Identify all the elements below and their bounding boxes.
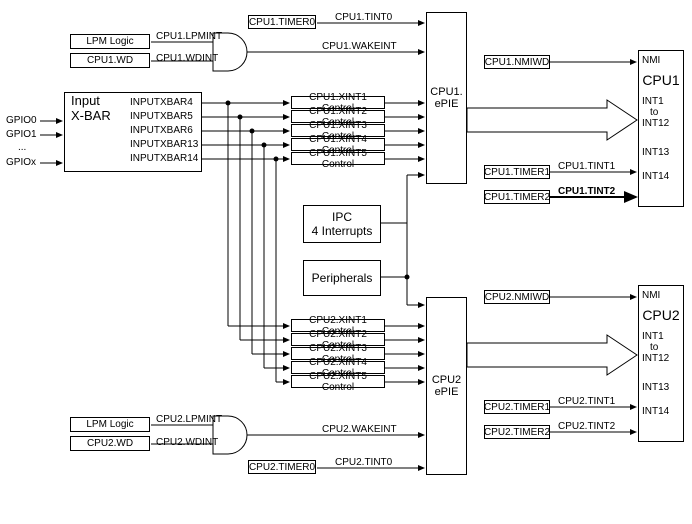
gpio0-label: GPIO0 <box>6 115 37 126</box>
xbar-title-b: X-BAR <box>71 108 111 123</box>
cpu2-lpmint: CPU2.LPMINT <box>156 414 222 425</box>
cpu1-xint5: CPU1.XINT5 Control <box>291 152 385 165</box>
cpu2-title: CPU2 <box>642 307 680 323</box>
cpu1-int12: INT12 <box>642 118 680 129</box>
cpu2-int12: INT12 <box>642 353 680 364</box>
cpu2-epie: CPU2 ePIE <box>426 297 467 475</box>
xbar-out6: INPUTXBAR6 <box>130 125 193 136</box>
cpu2-wd-label: CPU2.WD <box>87 438 133 449</box>
cpu1-nmi: NMI <box>642 55 680 66</box>
cpu2-timer2: CPU2.TIMER2 <box>484 425 550 439</box>
cpu2-epie-b: ePIE <box>435 386 459 398</box>
cpu1-timer0-label: CPU1.TIMER0 <box>249 17 315 28</box>
peripherals-label: Peripherals <box>312 271 373 285</box>
cpu2-tint2: CPU2.TINT2 <box>558 421 615 432</box>
ipc-label-b: 4 Interrupts <box>312 224 373 238</box>
cpu1-epie-b: ePIE <box>435 98 459 110</box>
cpu2-wakeint: CPU2.WAKEINT <box>322 424 397 435</box>
cpu2-nmi: NMI <box>642 290 680 301</box>
ipc-block: IPC 4 Interrupts <box>303 205 381 243</box>
cpu1-timer2-label: CPU1.TIMER2 <box>484 192 550 203</box>
cpu2-timer2-label: CPU2.TIMER2 <box>484 427 550 438</box>
cpu1-wd-label: CPU1.WD <box>87 55 133 66</box>
peripherals-block: Peripherals <box>303 260 381 296</box>
cpu1-timer1: CPU1.TIMER1 <box>484 165 550 179</box>
xbar-title-a: Input <box>71 93 100 108</box>
cpu2-timer0: CPU2.TIMER0 <box>248 460 316 474</box>
cpu1-int14: INT14 <box>642 171 680 182</box>
cpu1-xint5-label: CPU1.XINT5 Control <box>292 148 384 170</box>
cpu2-to: to <box>642 342 680 353</box>
cpu2-tint0: CPU2.TINT0 <box>335 457 392 468</box>
gpio1-label: GPIO1 <box>6 129 37 140</box>
cpu2-block: NMI CPU2 INT1 to INT12 INT13 INT14 <box>638 285 684 442</box>
cpu1-timer1-label: CPU1.TIMER1 <box>484 167 550 178</box>
cpu2-wd: CPU2.WD <box>70 436 150 451</box>
cpu1-lpmint: CPU1.LPMINT <box>156 31 222 42</box>
cpu2-xint5: CPU2.XINT5 Control <box>291 375 385 388</box>
cpu2-int14: INT14 <box>642 406 680 417</box>
cpu1-wd: CPU1.WD <box>70 53 150 68</box>
cpu1-timer2: CPU1.TIMER2 <box>484 190 550 204</box>
cpu2-int13: INT13 <box>642 382 680 393</box>
cpu2-timer1: CPU2.TIMER1 <box>484 400 550 414</box>
cpu2-nmiwd-label: CPU2.NMIWD <box>485 292 549 303</box>
cpu1-nmiwd: CPU1.NMIWD <box>484 55 550 69</box>
cpu2-timer1-label: CPU2.TIMER1 <box>484 402 550 413</box>
cpu1-tint2: CPU1.TINT2 <box>558 186 615 197</box>
cpu2-wdint: CPU2.WDINT <box>156 437 218 448</box>
cpu1-wdint: CPU1.WDINT <box>156 53 218 64</box>
cpu1-int1: INT1 <box>642 96 680 107</box>
cpu1-block: NMI CPU1 INT1 to INT12 INT13 INT14 <box>638 50 684 207</box>
cpu1-epie-a: CPU1. <box>430 86 462 98</box>
cpu1-to: to <box>642 107 680 118</box>
cpu1-int13: INT13 <box>642 147 680 158</box>
gpio-dots: ... <box>18 142 26 153</box>
cpu2-lpm-label: LPM Logic <box>86 419 133 430</box>
xbar-out13: INPUTXBAR13 <box>130 139 198 150</box>
cpu2-epie-a: CPU2 <box>432 374 461 386</box>
ipc-label-a: IPC <box>332 210 352 224</box>
cpu1-epie: CPU1. ePIE <box>426 12 467 184</box>
cpu2-timer0-label: CPU2.TIMER0 <box>249 462 315 473</box>
cpu2-int1: INT1 <box>642 331 680 342</box>
xbar-out14: INPUTXBAR14 <box>130 153 198 164</box>
cpu1-timer0: CPU1.TIMER0 <box>248 15 316 29</box>
cpu1-lpm-label: LPM Logic <box>86 36 133 47</box>
gpiox-label: GPIOx <box>6 157 36 168</box>
cpu1-wakeint: CPU1.WAKEINT <box>322 41 397 52</box>
xbar-out5: INPUTXBAR5 <box>130 111 193 122</box>
cpu2-nmiwd: CPU2.NMIWD <box>484 290 550 304</box>
cpu2-tint1: CPU2.TINT1 <box>558 396 615 407</box>
cpu1-tint1: CPU1.TINT1 <box>558 161 615 172</box>
cpu2-lpm-logic: LPM Logic <box>70 417 150 432</box>
cpu1-lpm-logic: LPM Logic <box>70 34 150 49</box>
xbar-out4: INPUTXBAR4 <box>130 97 193 108</box>
cpu1-title: CPU1 <box>642 72 680 88</box>
cpu1-nmiwd-label: CPU1.NMIWD <box>485 57 549 68</box>
cpu2-xint5-label: CPU2.XINT5 Control <box>292 371 384 393</box>
cpu1-tint0: CPU1.TINT0 <box>335 12 392 23</box>
